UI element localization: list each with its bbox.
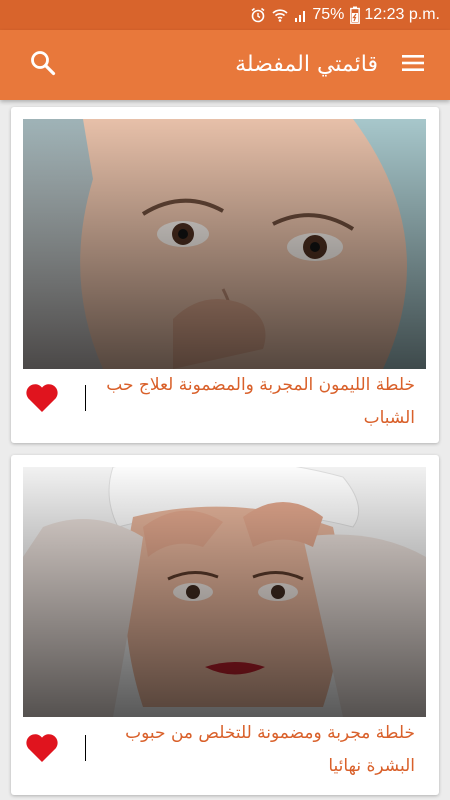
divider (85, 385, 86, 411)
app-bar: قائمتي المفضلة (0, 30, 450, 100)
signal-icon (294, 7, 308, 23)
menu-icon (401, 53, 425, 77)
status-bar: 75% 12:23 p.m. (0, 0, 450, 30)
favorite-card[interactable]: خلطة الليمون المجربة والمضمونة لعلاج حب … (11, 107, 439, 443)
heart-icon (25, 734, 59, 767)
favorite-button[interactable] (25, 383, 59, 413)
heart-icon (25, 384, 59, 417)
divider (85, 735, 86, 761)
search-button[interactable] (28, 50, 58, 80)
article-title[interactable]: خلطة مجربة ومضمونة للتخلص من حبوب البشرة… (75, 717, 415, 783)
wifi-icon (272, 7, 288, 23)
battery-percent: 75% (312, 6, 345, 23)
article-thumbnail[interactable] (23, 119, 426, 369)
search-icon (30, 50, 56, 80)
favorite-card[interactable]: خلطة مجربة ومضمونة للتخلص من حبوب البشرة… (11, 455, 439, 795)
battery-icon (350, 6, 361, 24)
article-title[interactable]: خلطة الليمون المجربة والمضمونة لعلاج حب … (75, 369, 415, 435)
status-time: 12:23 p.m. (364, 6, 440, 23)
page-title: قائمتي المفضلة (235, 52, 378, 77)
alarm-icon (250, 7, 266, 23)
article-thumbnail[interactable] (23, 467, 426, 717)
favorite-button[interactable] (25, 733, 59, 763)
menu-button[interactable] (398, 52, 428, 78)
